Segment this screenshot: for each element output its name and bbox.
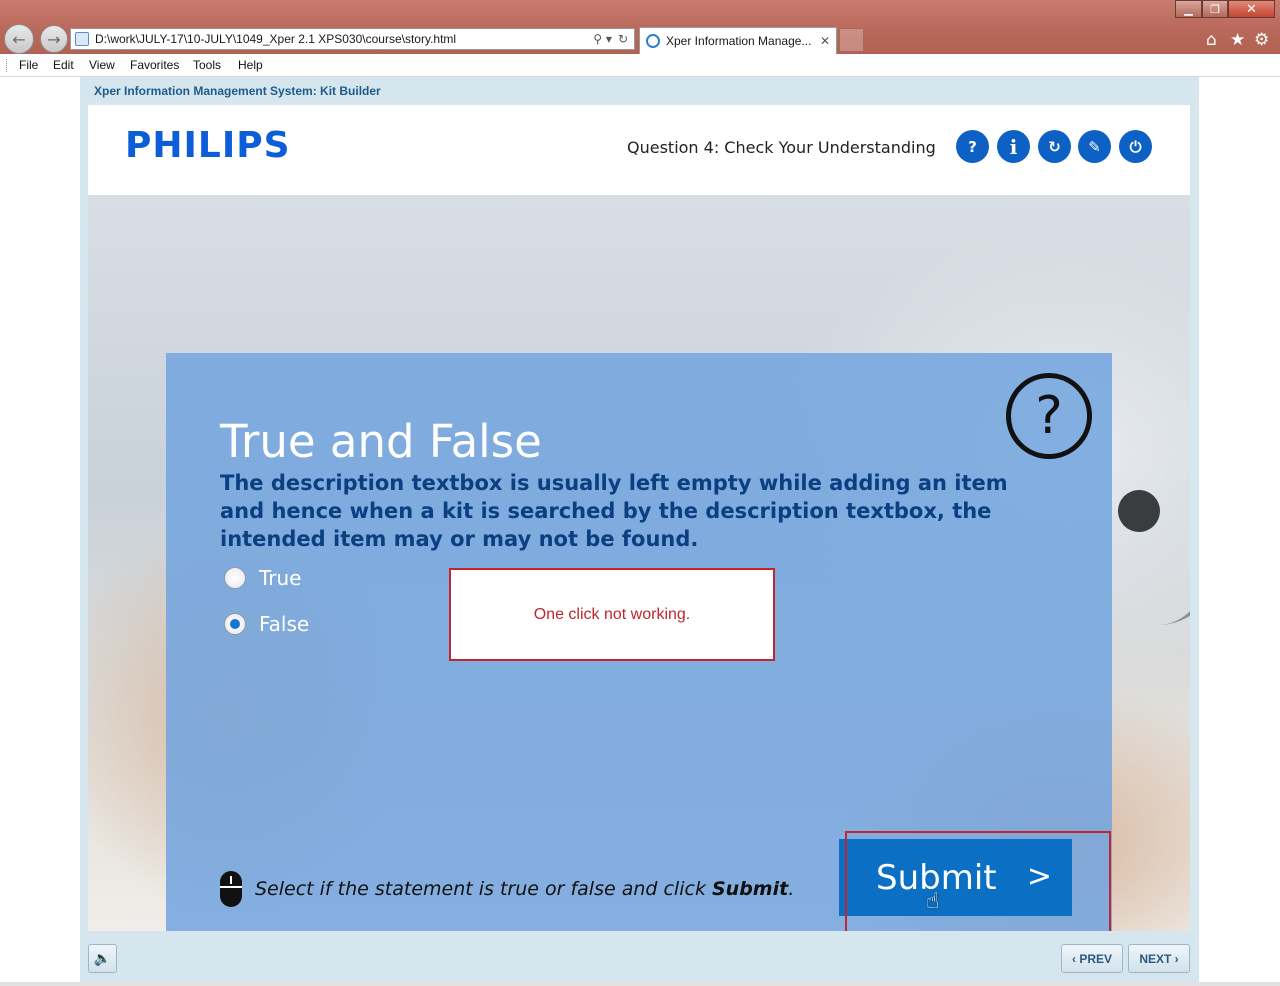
- radio-true[interactable]: [224, 567, 246, 589]
- quiz-heading: True and False: [220, 415, 542, 468]
- option-label[interactable]: False: [259, 612, 309, 636]
- browser-tab-active[interactable]: Xper Information Manage... ✕: [639, 27, 837, 54]
- forward-button[interactable]: →: [40, 25, 68, 53]
- pen-icon: ✎: [1088, 137, 1101, 156]
- address-url[interactable]: D:\work\JULY-17\10-JULY\1049_Xper 2.1 XP…: [95, 32, 593, 46]
- power-icon: ⏻: [1129, 137, 1142, 156]
- back-arrow-icon: ←: [12, 29, 26, 49]
- option-false[interactable]: False: [224, 612, 309, 636]
- window-close-button[interactable]: ✕: [1228, 0, 1275, 18]
- menu-tools[interactable]: Tools: [193, 58, 221, 72]
- slide-stage: PHILIPS Question 4: Check Your Understan…: [88, 105, 1190, 931]
- info-icon: i: [1009, 134, 1018, 159]
- instruction-suffix: .: [788, 878, 795, 900]
- menu-view[interactable]: View: [89, 58, 115, 72]
- address-bar[interactable]: D:\work\JULY-17\10-JULY\1049_Xper 2.1 XP…: [70, 28, 635, 50]
- resources-button[interactable]: ✎: [1078, 130, 1111, 163]
- tab-close-icon[interactable]: ✕: [820, 34, 830, 48]
- replay-button[interactable]: ↻: [1038, 130, 1071, 163]
- option-label[interactable]: True: [259, 566, 301, 590]
- back-button[interactable]: ←: [4, 24, 34, 54]
- search-dropdown-icon[interactable]: ⚲ ▾: [593, 32, 612, 46]
- info-button[interactable]: i: [997, 130, 1030, 163]
- player-footer: 🔈 ‹ PREV NEXT ›: [80, 931, 1199, 982]
- window-maximize-button[interactable]: ❐: [1202, 0, 1228, 18]
- instruction-text: Select if the statement is true or false…: [255, 878, 794, 900]
- course-player: Xper Information Management System: Kit …: [80, 77, 1199, 982]
- menubar-grip: [6, 59, 8, 72]
- background-photo: ? True and False The description textbox…: [88, 195, 1190, 931]
- window-minimize-button[interactable]: ▁: [1175, 0, 1202, 18]
- mouse-icon: [220, 871, 242, 907]
- prev-button[interactable]: ‹ PREV: [1061, 944, 1123, 973]
- new-tab-button[interactable]: [839, 28, 864, 52]
- help-button[interactable]: ?: [956, 130, 989, 163]
- annotation-note: One click not working.: [449, 568, 775, 661]
- instruction-prefix: Select if the statement is true or false…: [255, 878, 712, 900]
- course-title: Xper Information Management System: Kit …: [94, 84, 381, 98]
- favorites-star-icon[interactable]: ★: [1230, 30, 1245, 50]
- stethoscope-tube: [1108, 305, 1190, 625]
- option-true[interactable]: True: [224, 566, 301, 590]
- question-statement: The description textbox is usually left …: [220, 471, 1008, 551]
- exit-button[interactable]: ⏻: [1119, 130, 1152, 163]
- menu-edit[interactable]: Edit: [53, 58, 74, 72]
- next-button[interactable]: NEXT ›: [1128, 944, 1190, 973]
- tab-title: Xper Information Manage...: [666, 34, 812, 48]
- question-title: Question 4: Check Your Understanding: [627, 138, 936, 157]
- ie-logo-icon: [646, 34, 660, 48]
- browser-titlebar: ← → D:\work\JULY-17\10-JULY\1049_Xper 2.…: [0, 0, 1280, 54]
- replay-icon: ↻: [1048, 137, 1061, 156]
- menu-favorites[interactable]: Favorites: [130, 58, 179, 72]
- philips-logo: PHILIPS: [125, 125, 291, 166]
- home-icon[interactable]: ⌂: [1206, 30, 1217, 50]
- menu-file[interactable]: File: [19, 58, 38, 72]
- window-bottom-edge: [0, 982, 1280, 986]
- settings-gear-icon[interactable]: ⚙: [1254, 30, 1269, 50]
- question-mark-icon: ?: [968, 137, 977, 156]
- volume-button[interactable]: 🔈: [88, 944, 117, 973]
- radio-false[interactable]: [224, 613, 246, 635]
- instruction-submit-word: Submit: [711, 878, 789, 900]
- annotation-highlight-box: [845, 831, 1111, 931]
- hand-cursor-icon: ☝: [926, 889, 940, 914]
- refresh-icon[interactable]: ↻: [618, 32, 628, 46]
- speaker-icon: 🔈: [93, 950, 112, 967]
- annotation-text: One click not working.: [533, 605, 691, 623]
- question-circle-icon: ?: [1006, 373, 1092, 459]
- menu-help[interactable]: Help: [238, 58, 263, 72]
- slide-header: PHILIPS Question 4: Check Your Understan…: [88, 105, 1190, 195]
- question-panel: ? True and False The description textbox…: [166, 353, 1112, 931]
- stethoscope-head: [1118, 490, 1160, 532]
- page-favicon-icon: [75, 32, 89, 46]
- menu-bar: File Edit View Favorites Tools Help: [0, 54, 1280, 77]
- forward-arrow-icon: →: [47, 29, 61, 49]
